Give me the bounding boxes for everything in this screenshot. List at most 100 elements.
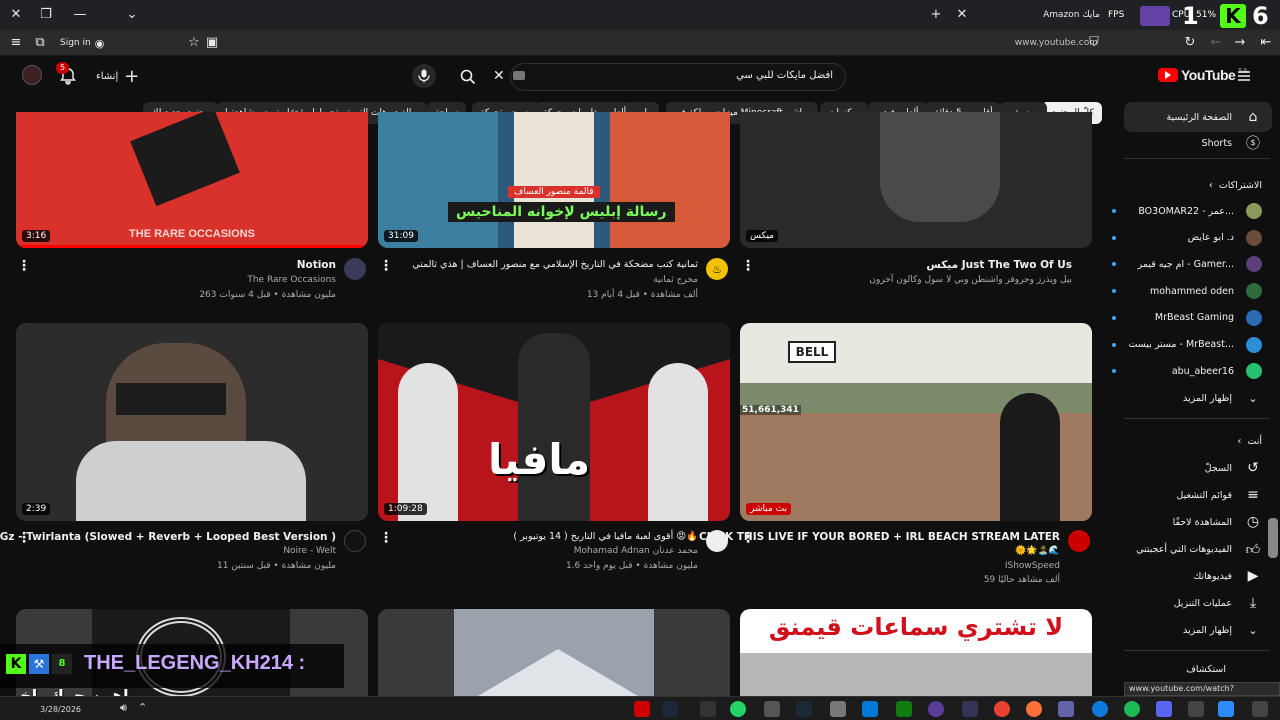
edge-icon[interactable]	[1092, 701, 1108, 717]
chrome-icon[interactable]	[994, 701, 1010, 717]
youtube-logo[interactable]: YouTube SA	[1158, 67, 1248, 83]
signin-button[interactable]: Sign in ◉	[54, 34, 110, 52]
app-icon[interactable]	[1252, 701, 1268, 717]
steam-icon[interactable]	[662, 701, 678, 717]
more-options-icon[interactable]: ⋮	[741, 530, 755, 546]
video-title[interactable]: Notion	[297, 259, 336, 271]
spotify-icon[interactable]	[1124, 701, 1140, 717]
menu-icon[interactable]: ≡	[8, 35, 24, 51]
tab-list-icon[interactable]: ⌄	[124, 7, 140, 23]
channel-avatar[interactable]	[1068, 530, 1090, 552]
reload-icon[interactable]: ↻	[1182, 35, 1198, 51]
steam-icon[interactable]	[796, 701, 812, 717]
video-thumbnail[interactable]: BELL 51,661,341 بث مباشر	[740, 323, 1092, 521]
app-icon[interactable]	[764, 701, 780, 717]
more-options-icon[interactable]: ⋮	[17, 530, 31, 546]
url-field[interactable]: www.youtube.com	[960, 34, 1098, 52]
channel-name[interactable]: بيل ويذرز وجروفر واشنطن وبي لا سول وكالو…	[869, 275, 1072, 285]
app-icon[interactable]	[1058, 701, 1074, 717]
video-title[interactable]: أقوى لعبة مافيا في التاريخ ( 14 يوتيوبر …	[513, 531, 698, 542]
active-tab-title[interactable]: Amazon مايك	[990, 6, 1100, 24]
video-thumbnail[interactable]: قالمة منصور العساف رسالة إبليس لإخوانه ا…	[378, 112, 730, 248]
favorites-star-icon[interactable]: ☆	[186, 35, 202, 51]
app-icon[interactable]	[1188, 701, 1204, 717]
channel-name[interactable]: IShowSpeed	[1005, 561, 1060, 571]
obs-icon[interactable]	[634, 701, 650, 717]
channel-name[interactable]: Noire - Welt	[283, 546, 336, 556]
close-tab-icon[interactable]: ✕	[954, 7, 970, 23]
channel-name[interactable]: Mohamad Adnan محمد عدنان	[574, 546, 698, 556]
sidebar-subscription-item[interactable]: ام جيه قيمر - Gamer...	[1112, 251, 1262, 277]
search-button[interactable]	[452, 62, 484, 92]
sidebar-home-row[interactable]: ⌂ الصفحة الرئيسية	[1112, 104, 1262, 130]
sidebar-item-downloads[interactable]: ⤓ عمليات التنزيل	[1112, 590, 1262, 616]
guide-menu-button[interactable]	[1236, 68, 1252, 84]
collections-icon[interactable]: ▣	[204, 35, 220, 51]
discord-icon[interactable]	[1156, 701, 1172, 717]
sidebar-you-header[interactable]: أنت ‹	[1112, 428, 1262, 454]
sidebar-subscription-item[interactable]: MrBeast Gaming	[1112, 305, 1262, 331]
channel-avatar[interactable]	[344, 258, 366, 280]
clear-search-icon[interactable]: ✕	[493, 68, 505, 84]
video-thumbnail[interactable]	[378, 609, 730, 696]
xbox-icon[interactable]	[896, 701, 912, 717]
more-options-icon[interactable]: ⋮	[741, 258, 755, 274]
voice-search-button[interactable]	[412, 64, 436, 88]
sidebar-item-your-videos[interactable]: ▶ فيديوهاتك	[1112, 563, 1262, 589]
whatsapp-icon[interactable]	[730, 701, 746, 717]
video-title[interactable]: ميكس Just The Two Of Us	[926, 259, 1072, 271]
more-options-icon[interactable]: ⋮	[379, 530, 393, 546]
sidebar-item-history[interactable]: ↺ السجلّ	[1112, 455, 1262, 481]
sidebar-subscriptions-header[interactable]: الاشتراكات ‹	[1112, 172, 1262, 198]
create-button[interactable]: إنشاء +	[96, 66, 139, 87]
lock-icon[interactable]: ⛉	[1086, 35, 1102, 51]
channel-name[interactable]: مخرج ثمانية	[653, 275, 698, 285]
zoom-icon[interactable]	[1218, 701, 1234, 717]
epic-games-icon[interactable]	[700, 701, 716, 717]
new-content-dot	[1112, 235, 1116, 240]
sidebar-subscription-item[interactable]: mohammed oden	[1112, 278, 1262, 304]
notifications-button[interactable]: 5	[56, 62, 78, 86]
firefox-icon[interactable]	[1026, 701, 1042, 717]
sidebar-subscription-item[interactable]: abu_abeer16	[1112, 358, 1262, 384]
video-thumbnail[interactable]: مافيا 1:09:28	[378, 323, 730, 521]
channel-avatar[interactable]	[344, 530, 366, 552]
avatar[interactable]	[22, 65, 42, 85]
app-icon[interactable]	[928, 701, 944, 717]
scrollbar-thumb[interactable]	[1268, 518, 1278, 558]
forward-icon[interactable]: ←	[1208, 35, 1224, 51]
channel-name[interactable]: The Rare Occasions	[247, 275, 336, 285]
app-icon[interactable]	[962, 701, 978, 717]
back-icon[interactable]: →	[1232, 35, 1248, 51]
volume-icon[interactable]: 🔊︎	[120, 701, 127, 715]
close-window-icon[interactable]: ✕	[8, 7, 24, 23]
video-title[interactable]: 22Gz - Twirlanta (Slowed + Reverb + Loop…	[0, 531, 336, 543]
keyboard-icon[interactable]	[513, 71, 525, 80]
video-thumbnail[interactable]: 2:39	[16, 323, 368, 521]
sidebar-item-playlists[interactable]: ≡ قوائم التشغيل	[1112, 482, 1262, 508]
channel-avatar[interactable]: ♨	[706, 258, 728, 280]
sidebar-show-more-subs[interactable]: ⌄ إظهار المزيد	[1112, 385, 1262, 411]
sidebar-item-watch-later[interactable]: ◷ المشاهدة لاحقًا	[1112, 509, 1262, 535]
sidebar-subscription-item[interactable]: مستر بيست - MrBeast...	[1112, 332, 1262, 358]
more-options-icon[interactable]: ⋮	[17, 258, 31, 274]
calculator-icon[interactable]	[830, 701, 846, 717]
sidebar-subscription-item[interactable]: د. ابو عايض	[1112, 225, 1262, 251]
more-options-icon[interactable]: ⋮	[379, 258, 393, 274]
video-thumbnail[interactable]: لا تشتري سماعات قيمنق	[740, 609, 1092, 696]
new-tab-icon[interactable]: +	[928, 7, 944, 23]
extensions-icon[interactable]: ⧉	[32, 35, 48, 51]
sidebar-show-more-you[interactable]: ⌄ إظهار المزيد	[1112, 617, 1262, 643]
sidebar-item-shorts[interactable]: ⓢ Shorts	[1112, 130, 1262, 156]
store-icon[interactable]	[862, 701, 878, 717]
video-title[interactable]: ثمانية كتب مضحكة في التاريخ الإسلامي مع …	[412, 259, 698, 270]
sidebar-toggle-icon[interactable]: ⇤	[1258, 35, 1274, 51]
sidebar-item-liked[interactable]: 👍︎ الفيديوهات التي أعجبتني	[1112, 536, 1262, 562]
search-input[interactable]: افضل مايكات للبي سي	[736, 70, 833, 81]
restore-window-icon[interactable]: ❐	[38, 7, 54, 23]
video-thumbnail[interactable]: ميكس	[740, 112, 1092, 248]
sidebar-subscription-item[interactable]: BO3OMAR22 - عمر...	[1112, 198, 1262, 224]
chevron-up-icon[interactable]: ⌃	[138, 701, 147, 714]
minimize-window-icon[interactable]: —	[72, 7, 88, 23]
video-thumbnail[interactable]: THE RARE OCCASIONS 3:16	[16, 112, 368, 248]
